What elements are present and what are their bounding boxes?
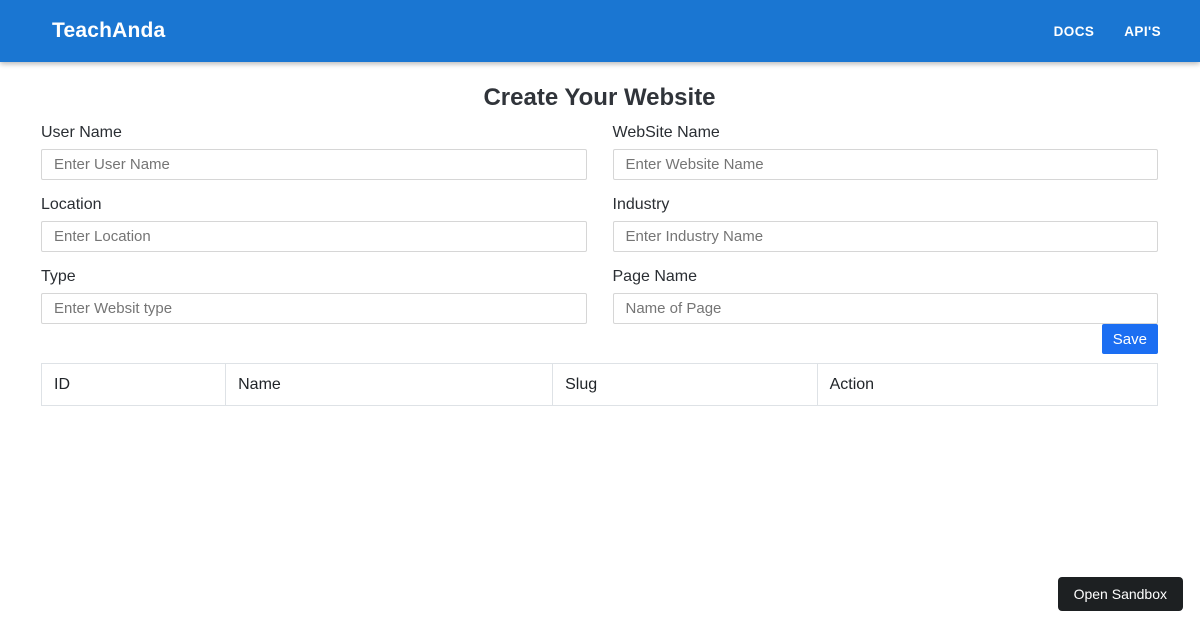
industry-label: Industry (612, 196, 670, 213)
table-header-row: ID Name Slug Action (40, 363, 1159, 406)
website-name-input[interactable] (612, 149, 1158, 180)
top-navbar: TeachAnda DOCS API'S (0, 0, 1200, 62)
table-header-slug: Slug (552, 363, 818, 406)
website-name-label: WebSite Name (612, 124, 720, 141)
open-sandbox-button[interactable]: Open Sandbox (1057, 577, 1183, 611)
website-type-input[interactable] (41, 293, 587, 324)
form-group-location: Location (41, 194, 587, 252)
create-website-form: User Name WebSite Name Location Industry… (41, 122, 1158, 324)
type-label: Type (41, 268, 76, 285)
form-group-website-name: WebSite Name (612, 122, 1158, 180)
websites-table: ID Name Slug Action (40, 363, 1159, 406)
form-group-page-name: Page Name (612, 266, 1158, 324)
form-group-user-name: User Name (41, 122, 587, 180)
table-header-action: Action (816, 363, 1159, 406)
nav-link-apis[interactable]: API'S (1124, 24, 1161, 39)
form-group-industry: Industry (612, 194, 1158, 252)
user-name-input[interactable] (41, 149, 587, 180)
industry-input[interactable] (612, 221, 1158, 252)
nav-link-docs[interactable]: DOCS (1054, 24, 1095, 39)
brand-logo[interactable]: TeachAnda (52, 19, 165, 43)
main-content: Create Your Website User Name WebSite Na… (0, 84, 1200, 406)
table-header-id: ID (40, 363, 227, 406)
user-name-label: User Name (41, 124, 122, 141)
navbar-links: DOCS API'S (1054, 24, 1161, 39)
page-name-label: Page Name (612, 268, 698, 285)
page-title: Create Your Website (483, 84, 716, 111)
location-label: Location (41, 196, 102, 213)
form-group-type: Type (41, 266, 587, 324)
location-input[interactable] (41, 221, 587, 252)
page-name-input[interactable] (612, 293, 1158, 324)
save-row: Save (41, 324, 1158, 354)
save-button[interactable]: Save (1101, 324, 1158, 354)
table-header-name: Name (225, 363, 554, 406)
